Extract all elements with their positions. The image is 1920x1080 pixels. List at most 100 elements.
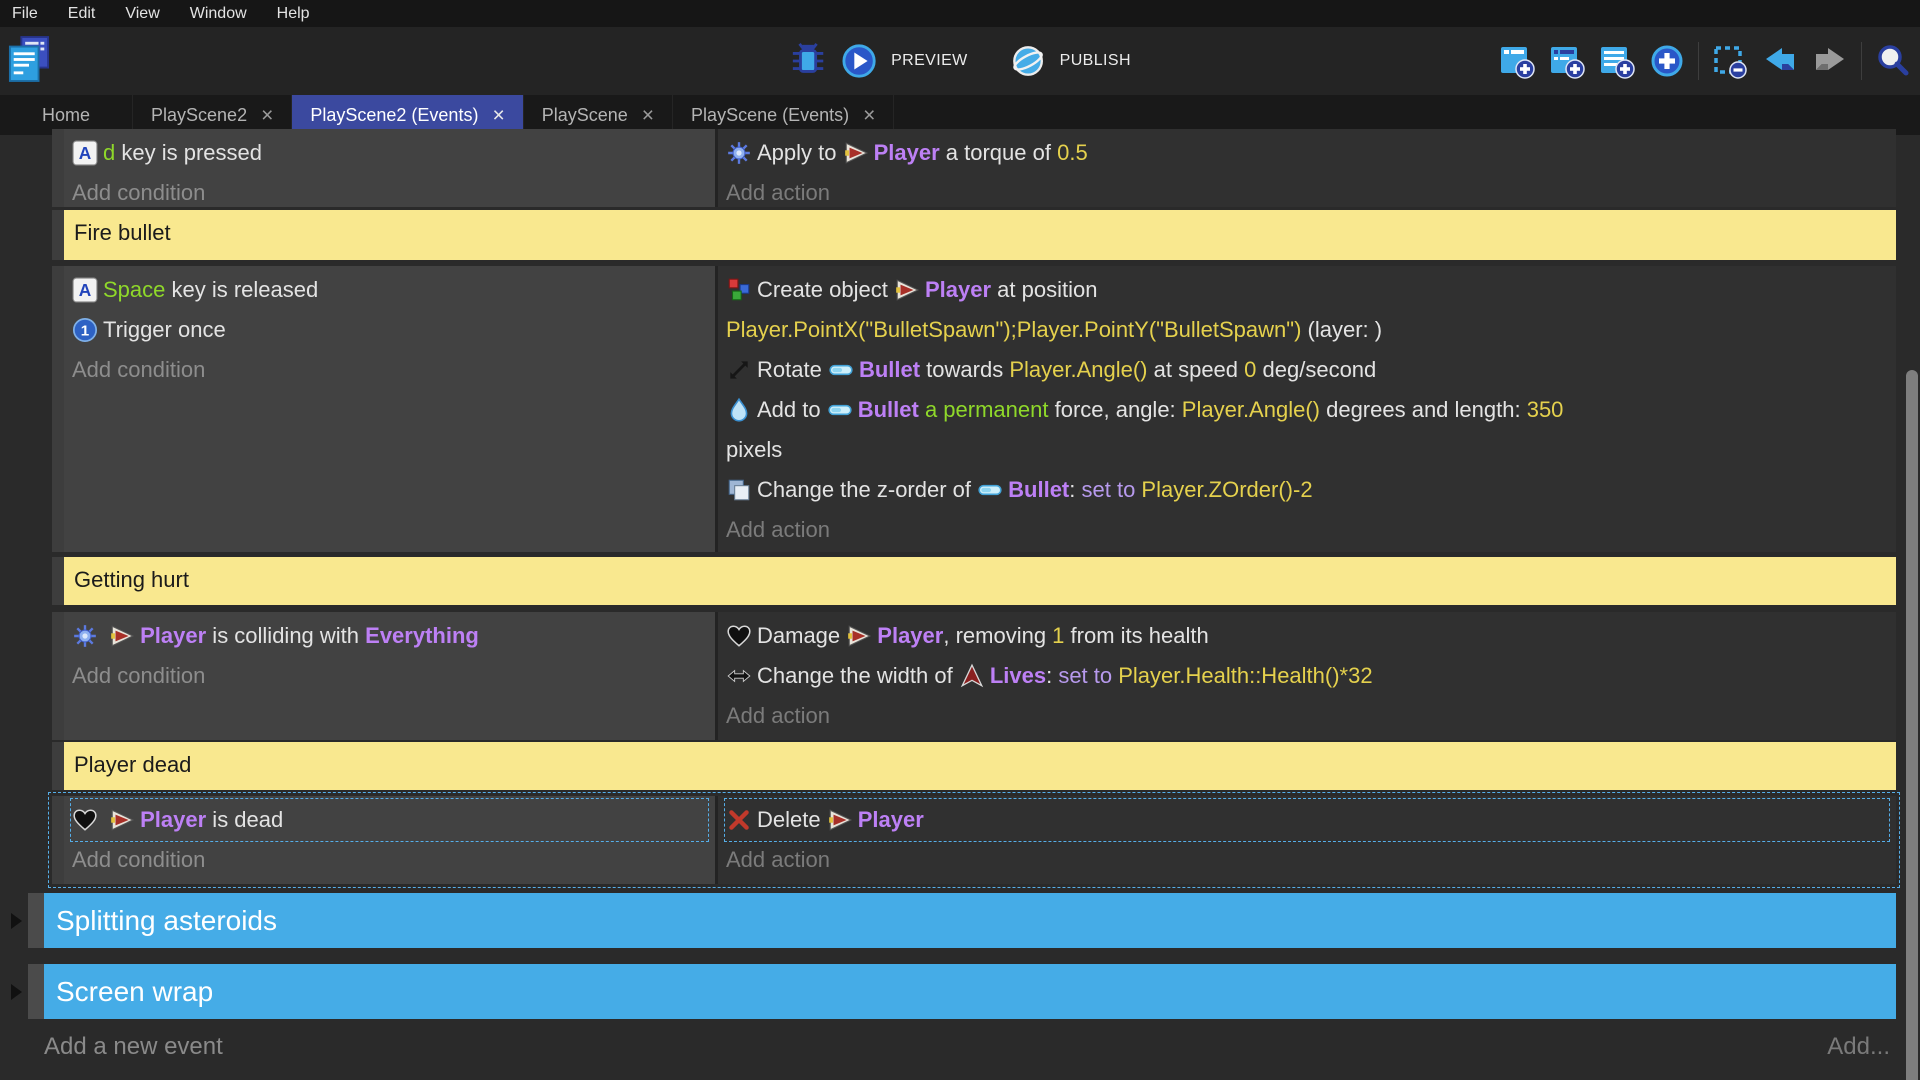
keyboard-key-icon: A: [72, 277, 98, 303]
z-order-icon: [726, 477, 752, 503]
add-event-button[interactable]: [1498, 42, 1536, 80]
preview-button[interactable]: [841, 43, 877, 79]
add-button[interactable]: Add...: [1827, 1033, 1890, 1061]
add-event-icon: [1498, 42, 1536, 80]
event-drag-handle[interactable]: [52, 129, 64, 207]
event-row[interactable]: Player is colliding with EverythingAdd c…: [52, 612, 1896, 740]
action[interactable]: Change the z-order of Bullet: set to Pla…: [726, 470, 1888, 510]
add-condition-button[interactable]: Add condition: [72, 840, 707, 880]
search-button[interactable]: [1874, 42, 1912, 80]
group-row[interactable]: Splitting asteroids: [28, 893, 1896, 948]
add-condition-button[interactable]: Add condition: [72, 350, 707, 390]
condition[interactable]: Ad key is pressed: [72, 133, 707, 173]
text-segment: Player: [140, 807, 206, 833]
text-segment: Bullet: [859, 357, 920, 383]
condition[interactable]: 1Trigger once: [72, 310, 707, 350]
text-segment: Bullet: [1008, 477, 1069, 503]
collapse-arrow-icon[interactable]: [11, 984, 22, 1000]
action-cell: Create object Player at positionPlayer.P…: [718, 266, 1896, 552]
event-row-selected[interactable]: Player is deadAdd conditionDelete Player…: [52, 796, 1896, 884]
action-list: Create object Player at positionPlayer.P…: [726, 270, 1888, 510]
event-row[interactable]: ASpace key is released1Trigger onceAdd c…: [52, 266, 1896, 552]
tab-close-icon[interactable]: ×: [261, 105, 273, 126]
add-action-button[interactable]: Add action: [726, 510, 1888, 550]
action[interactable]: Damage Player, removing 1 from its healt…: [726, 616, 1888, 656]
toolbar-right: [1498, 27, 1912, 95]
event-drag-handle[interactable]: [52, 557, 64, 605]
comment-text[interactable]: Player dead: [64, 742, 1896, 790]
publish-label[interactable]: PUBLISH: [1060, 52, 1131, 70]
text-segment: towards: [920, 357, 1009, 383]
group-drag-handle[interactable]: [28, 893, 44, 948]
text-segment: pixels: [726, 437, 782, 463]
remove-selection-button[interactable]: [1711, 42, 1749, 80]
publish-button[interactable]: [1010, 43, 1046, 79]
action[interactable]: Player.PointX("BulletSpawn");Player.Poin…: [726, 310, 1888, 350]
event-drag-handle[interactable]: [52, 796, 64, 884]
action-list: Damage Player, removing 1 from its healt…: [726, 616, 1888, 696]
event-row[interactable]: Ad key is pressedAdd conditionApply to P…: [52, 129, 1896, 207]
text-segment: set to: [1058, 663, 1118, 689]
comment-row[interactable]: Fire bullet: [52, 210, 1896, 260]
group-title[interactable]: Splitting asteroids: [44, 893, 1896, 948]
add-condition-button[interactable]: Add condition: [72, 173, 707, 213]
event-drag-handle[interactable]: [52, 612, 64, 740]
text-segment: Lives: [990, 663, 1046, 689]
text-segment: force, angle:: [1048, 397, 1181, 423]
text-segment: Bullet: [858, 397, 919, 423]
undo-button[interactable]: [1761, 42, 1799, 80]
tab-close-icon[interactable]: ×: [863, 105, 875, 126]
condition[interactable]: Player is colliding with Everything: [72, 616, 707, 656]
menu-item-view[interactable]: View: [125, 5, 159, 23]
condition[interactable]: Player is dead: [72, 800, 707, 840]
add-action-button[interactable]: Add action: [726, 840, 1888, 880]
event-drag-handle[interactable]: [52, 266, 64, 552]
action[interactable]: pixels: [726, 430, 1888, 470]
group-drag-handle[interactable]: [28, 964, 44, 1019]
action[interactable]: Add to Bullet a permanent force, angle: …: [726, 390, 1888, 430]
tab-label: Home: [42, 105, 90, 126]
add-action-button[interactable]: Add action: [726, 173, 1888, 213]
action[interactable]: Change the width of Lives: set to Player…: [726, 656, 1888, 696]
action[interactable]: Delete Player: [726, 800, 1888, 840]
add-action-button[interactable]: Add action: [726, 696, 1888, 736]
debugger-button[interactable]: [789, 41, 827, 81]
condition-cell: Player is deadAdd condition: [64, 796, 718, 884]
action[interactable]: Apply to Player a torque of 0.5: [726, 133, 1888, 173]
redo-button[interactable]: [1811, 42, 1849, 80]
event-drag-handle[interactable]: [52, 742, 64, 790]
action[interactable]: Rotate Bullet towards Player.Angle() at …: [726, 350, 1888, 390]
vertical-scrollbar[interactable]: [1906, 370, 1918, 1080]
group-row[interactable]: Screen wrap: [28, 964, 1896, 1019]
tab-label: PlayScene2 (Events): [310, 105, 478, 126]
text-segment: Everything: [365, 623, 479, 649]
menu-item-file[interactable]: File: [12, 5, 38, 23]
group-title[interactable]: Screen wrap: [44, 964, 1896, 1019]
add-new-event-button[interactable]: Add a new event: [44, 1033, 223, 1061]
add-comment-button[interactable]: [1598, 42, 1636, 80]
preview-label[interactable]: PREVIEW: [891, 52, 968, 70]
event-drag-handle[interactable]: [52, 210, 64, 260]
tab-close-icon[interactable]: ×: [492, 105, 504, 126]
bullet-icon: [828, 357, 854, 383]
project-manager-button[interactable]: [8, 35, 50, 83]
comment-text[interactable]: Fire bullet: [64, 210, 1896, 260]
comment-text[interactable]: Getting hurt: [64, 557, 1896, 605]
add-instruction-button[interactable]: [1648, 42, 1686, 80]
menu-bar: File Edit View Window Help: [0, 0, 1920, 27]
tab-label: PlayScene: [542, 105, 628, 126]
text-segment: key is pressed: [115, 140, 262, 166]
text-segment: 0.5: [1057, 140, 1088, 166]
action[interactable]: Create object Player at position: [726, 270, 1888, 310]
collapse-arrow-icon[interactable]: [11, 913, 22, 929]
comment-row[interactable]: Getting hurt: [52, 557, 1896, 605]
comment-row[interactable]: Player dead: [52, 742, 1896, 790]
menu-item-window[interactable]: Window: [190, 5, 247, 23]
tab-close-icon[interactable]: ×: [642, 105, 654, 126]
add-condition-button[interactable]: Add condition: [72, 656, 707, 696]
menu-item-help[interactable]: Help: [277, 5, 310, 23]
add-subevent-button[interactable]: [1548, 42, 1586, 80]
menu-item-edit[interactable]: Edit: [68, 5, 96, 23]
condition[interactable]: ASpace key is released: [72, 270, 707, 310]
action-cell: Apply to Player a torque of 0.5Add actio…: [718, 129, 1896, 207]
